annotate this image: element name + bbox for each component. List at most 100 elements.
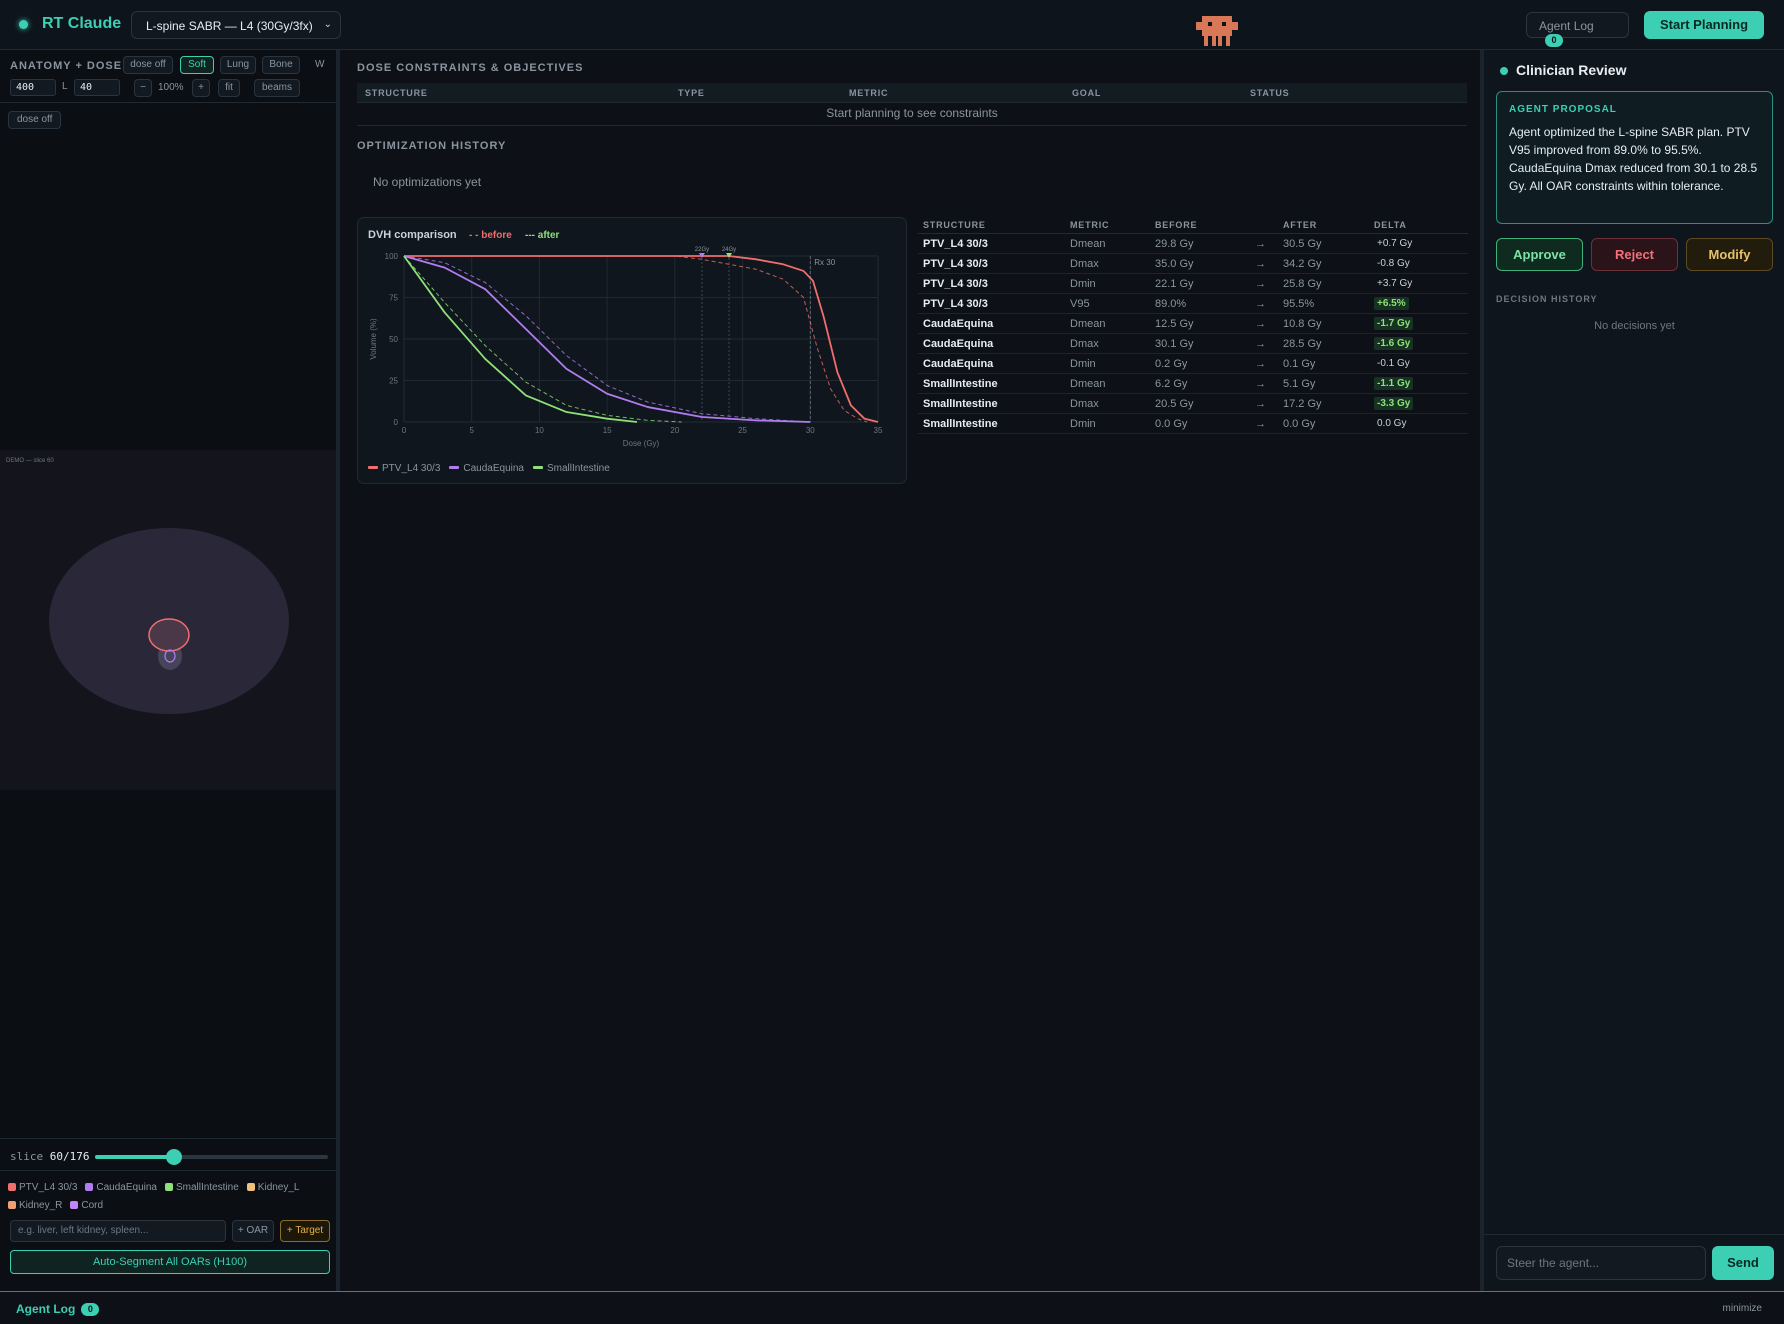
cell-delta: +0.7 Gy [1377, 238, 1413, 249]
cell-structure: PTV_L4 30/3 [923, 298, 988, 310]
x-tick-label: 5 [469, 426, 474, 435]
dose-off-chip[interactable]: dose off [8, 111, 62, 129]
cell-after: 5.1 Gy [1283, 378, 1316, 390]
steer-agent-input[interactable]: Steer the agent... [1496, 1246, 1706, 1280]
cell-structure: SmallIntestine [923, 418, 998, 430]
level-label: L [62, 81, 68, 92]
cell-delta: -0.8 Gy [1377, 258, 1410, 269]
arrow-right-icon: → [1255, 378, 1266, 390]
fit-button[interactable]: fit [218, 79, 240, 97]
cell-before: 6.2 Gy [1155, 378, 1188, 390]
beams-button[interactable]: beams [254, 79, 300, 97]
status-dot-icon [19, 20, 28, 29]
legend-swatch-icon [85, 1183, 94, 1191]
agent-log-button[interactable]: Agent Log0 [1526, 12, 1629, 47]
legend-item: Cord [70, 1199, 103, 1213]
modify-button[interactable]: Modify [1686, 238, 1773, 271]
legend-line-icon [449, 466, 460, 469]
dose-toggle-button[interactable]: dose off [123, 56, 173, 74]
cell-delta: -1.1 Gy [1374, 377, 1414, 390]
dvh-legend: PTV_L4 30/3 CaudaEquina SmallIntestine [368, 463, 619, 474]
slice-slider-handle[interactable] [166, 1149, 183, 1165]
legend-swatch-icon [70, 1201, 79, 1209]
x-tick-label: 0 [402, 426, 407, 435]
x-tick-label: 20 [670, 426, 679, 435]
add-oar-button[interactable]: + OAR [232, 1220, 274, 1242]
table-row: SmallIntestine Dmin 0.0 Gy → 0.0 Gy 0.0 Gy [918, 414, 1468, 434]
window-width-input[interactable]: 400 [10, 79, 56, 96]
send-button[interactable]: Send [1712, 1246, 1774, 1280]
agent-log-label: Agent Log [1539, 19, 1594, 33]
status-dot-icon [1500, 67, 1508, 75]
preset-bone-button[interactable]: Bone [262, 56, 300, 74]
cell-delta: -3.3 Gy [1374, 397, 1414, 410]
cell-metric: Dmean [1070, 318, 1106, 330]
legend-label: PTV_L4 30/3 [19, 1182, 78, 1193]
window-label: W [315, 59, 325, 70]
cell-structure: PTV_L4 30/3 [923, 238, 988, 250]
start-planning-button[interactable]: Start Planning [1644, 11, 1764, 39]
case-select[interactable]: L-spine SABR — L4 (30Gy/3fx) ⌄ [131, 11, 341, 39]
legend-label: SmallIntestine [175, 1182, 239, 1193]
ct-slice-viewer[interactable]: DEMO — slice 60 [0, 450, 336, 790]
add-target-button[interactable]: + Target [280, 1220, 330, 1242]
oar-search-input[interactable]: e.g. liver, left kidney, spleen... [10, 1220, 226, 1242]
cell-structure: SmallIntestine [923, 378, 998, 390]
top-bar: RT Claude L-spine SABR — L4 (30Gy/3fx) ⌄… [0, 0, 1784, 50]
cmp-col-delta: DELTA [1374, 220, 1407, 230]
auto-segment-button[interactable]: Auto-Segment All OARs (H100) [10, 1250, 330, 1274]
comparison-header: STRUCTURE METRIC BEFORE AFTER DELTA [918, 217, 1468, 234]
zoom-out-button[interactable]: − [134, 79, 152, 97]
legend-label: Kidney_L [257, 1182, 300, 1193]
preset-soft-button[interactable]: Soft [180, 56, 214, 74]
clinician-review-panel: Clinician Review AGENT PROPOSAL Agent op… [1480, 50, 1784, 1291]
ct-slice-label: DEMO — slice 60 [6, 458, 54, 464]
dvh-chart-card: DVH comparison - - before --- after 0 5 10… [357, 217, 907, 484]
legend-line-icon [368, 466, 378, 469]
legend-swatch-icon [8, 1183, 16, 1191]
y-tick-label: 75 [389, 294, 398, 303]
approve-button[interactable]: Approve [1496, 238, 1583, 271]
legend-swatch-icon [246, 1183, 255, 1191]
preset-lung-button[interactable]: Lung [220, 56, 256, 74]
cell-structure: CaudaEquina [923, 338, 994, 350]
cmp-col-after: AFTER [1283, 220, 1317, 230]
comparison-body: PTV_L4 30/3 Dmean 29.8 Gy → 30.5 Gy +0.7 Gy PT… [918, 234, 1468, 434]
cell-before: 29.8 Gy [1155, 238, 1194, 250]
agent-log-count-badge: 0 [1545, 34, 1563, 47]
table-row: CaudaEquina Dmin 0.2 Gy → 0.1 Gy -0.1 Gy [918, 354, 1468, 374]
arrow-right-icon: → [1255, 318, 1266, 330]
cell-delta: -1.6 Gy [1374, 337, 1414, 350]
cell-delta: +3.7 Gy [1377, 278, 1413, 289]
arrow-right-icon: → [1255, 238, 1266, 250]
legend-label: Kidney_R [19, 1200, 63, 1211]
minimize-button[interactable]: minimize [1723, 1303, 1762, 1314]
dose-marker-label: 24Gy [722, 247, 736, 253]
mascot-logo-icon [1196, 16, 1238, 46]
reject-button[interactable]: Reject [1591, 238, 1678, 271]
legend-item: CaudaEquina [85, 1181, 157, 1195]
y-tick-label: 50 [389, 335, 398, 344]
cell-delta: -1.7 Gy [1374, 317, 1414, 330]
structure-legend: PTV_L4 30/3 CaudaEquina SmallIntestine Kidn… [0, 1170, 336, 1211]
dvh-legend-item: SmallIntestine [532, 463, 610, 474]
slice-slider[interactable] [95, 1149, 328, 1165]
agent-log-bar[interactable]: Agent Log 0 minimize [0, 1291, 1784, 1324]
zoom-in-button[interactable]: + [192, 79, 210, 97]
divider [0, 102, 336, 103]
cell-before: 0.2 Gy [1155, 358, 1188, 370]
window-level-input[interactable]: 40 [74, 79, 120, 96]
panel-title: ANATOMY + DOSE [10, 60, 123, 72]
slice-value: 60/176 [49, 1150, 90, 1163]
cell-after: 28.5 Gy [1283, 338, 1322, 350]
divider [1484, 1234, 1784, 1235]
cell-after: 30.5 Gy [1283, 238, 1322, 250]
x-tick-label: 25 [738, 426, 747, 435]
cell-after: 25.8 Gy [1283, 278, 1322, 290]
legend-item: Kidney_R [8, 1199, 62, 1213]
proposal-label: AGENT PROPOSAL [1509, 104, 1617, 115]
cell-delta: 0.0 Gy [1377, 418, 1407, 429]
cell-metric: V95 [1070, 298, 1090, 310]
cell-structure: PTV_L4 30/3 [923, 258, 988, 270]
cell-structure: PTV_L4 30/3 [923, 278, 988, 290]
